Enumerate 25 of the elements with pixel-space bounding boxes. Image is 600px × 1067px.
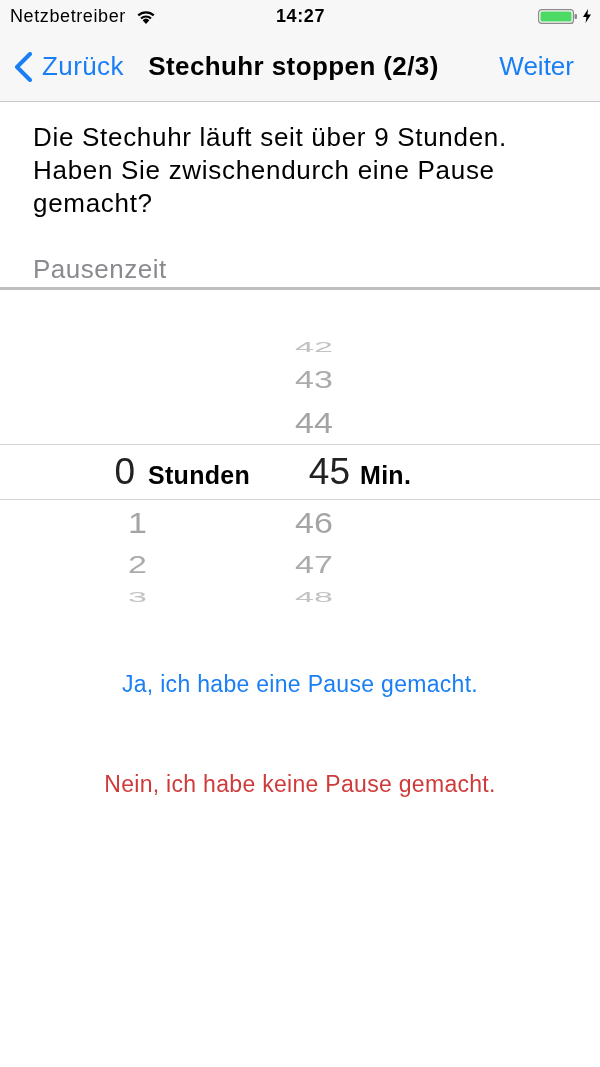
status-time: 14:27 bbox=[275, 5, 325, 27]
unit-label: Stunden bbox=[148, 460, 251, 490]
back-button[interactable]: Zurück bbox=[13, 51, 124, 82]
decline-button[interactable]: Nein, ich habe keine Pause gemacht. bbox=[98, 760, 502, 808]
picker-option[interactable]: 42 bbox=[290, 338, 338, 355]
picker-option[interactable]: 1 bbox=[75, 505, 200, 538]
picker-option[interactable]: 48 bbox=[290, 588, 338, 605]
picker-option[interactable]: 43 bbox=[290, 366, 338, 392]
battery-icon bbox=[538, 8, 577, 24]
picker-value[interactable]: 0 bbox=[75, 450, 135, 493]
picker-option[interactable]: 2 bbox=[75, 551, 200, 577]
carrier-name: Netzbetreiber bbox=[10, 5, 126, 27]
picker-option[interactable]: 47 bbox=[290, 551, 338, 577]
screen-title: Stechuhr stoppen (2/3) bbox=[148, 51, 439, 82]
picker-value[interactable]: 45 bbox=[290, 450, 350, 493]
message-text: Die Stechuhr läuft seit über 9 Stunden. Haben Sie zwischendurch eine Pause gemacht? bbox=[32, 121, 508, 220]
picker-option[interactable]: 46 bbox=[290, 505, 338, 538]
next-button[interactable]: Weiter bbox=[499, 51, 574, 82]
confirm-button[interactable]: Ja, ich habe eine Pause gemacht. bbox=[115, 660, 485, 708]
picker-option[interactable]: 3 bbox=[75, 588, 200, 605]
back-chevron-icon bbox=[13, 51, 33, 82]
field-label: Pausenzeit bbox=[0, 254, 600, 290]
unit-label: Min. bbox=[360, 460, 412, 490]
picker-option[interactable]: 44 bbox=[290, 405, 338, 438]
wifi-icon bbox=[135, 8, 156, 24]
